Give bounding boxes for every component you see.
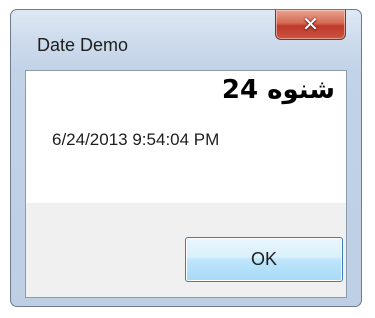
message-area: شنوه 24 6/24/2013 9:54:04 PM xyxy=(26,71,346,203)
close-icon: ✕ xyxy=(302,12,319,36)
dialog-window: Date Demo ✕ شنوه 24 6/24/2013 9:54:04 PM… xyxy=(10,9,362,307)
title-bar[interactable]: Date Demo ✕ xyxy=(11,10,361,70)
ok-button[interactable]: OK xyxy=(185,237,343,282)
close-button[interactable]: ✕ xyxy=(275,10,346,40)
arabic-date-label: شنوه 24 xyxy=(221,75,335,105)
datetime-text: 6/24/2013 9:54:04 PM xyxy=(52,130,220,149)
dialog-client-area: شنوه 24 6/24/2013 9:54:04 PM OK xyxy=(25,70,347,298)
window-title: Date Demo xyxy=(37,35,129,55)
